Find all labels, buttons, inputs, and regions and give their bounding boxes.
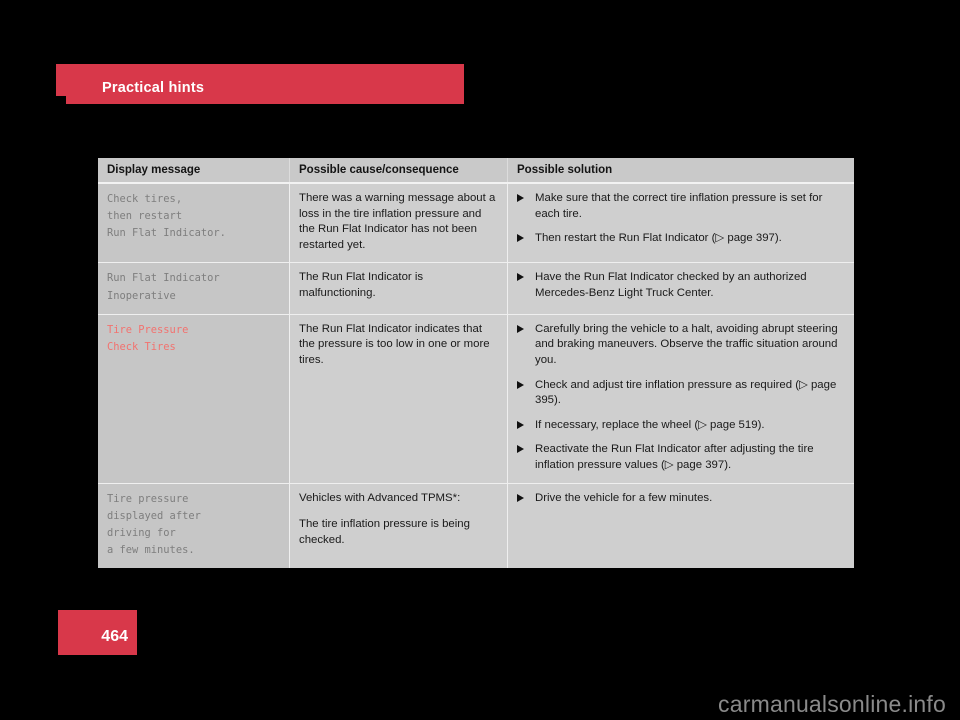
- cell-display-message: Tire Pressure Check Tires: [98, 314, 290, 483]
- page-number: 464: [101, 628, 128, 645]
- table-row: Run Flat Indicator Inoperative The Run Fl…: [98, 263, 854, 315]
- solution-text: Have the Run Flat Indicator checked by a…: [535, 271, 807, 299]
- cell-possible-solution: Have the Run Flat Indicator checked by a…: [508, 263, 854, 314]
- triangle-bullet-icon: [517, 493, 524, 502]
- solution-list-item: Have the Run Flat Indicator checked by a…: [517, 270, 844, 301]
- cell-possible-solution: Carefully bring the vehicle to a halt, a…: [508, 314, 854, 483]
- cell-display-message: Check tires, then restart Run Flat Indic…: [98, 184, 290, 263]
- solution-text: Drive the vehicle for a few minutes.: [535, 491, 713, 504]
- solution-list-item: Drive the vehicle for a few minutes.: [517, 491, 844, 507]
- solution-list-item: Reactivate the Run Flat Indicator after …: [517, 442, 844, 473]
- cell-possible-cause: There was a warning message about a loss…: [290, 184, 508, 263]
- solution-list-item: Make sure that the correct tire inflatio…: [517, 191, 844, 222]
- triangle-bullet-icon: [517, 380, 524, 389]
- header-cell-display-message: Display message: [98, 158, 290, 182]
- cause-paragraph: The Run Flat Indicator is malfunctioning…: [299, 271, 424, 299]
- table-header-row: Display message Possible cause/consequen…: [98, 158, 854, 184]
- cause-paragraph: Vehicles with Advanced TPMS*:: [299, 491, 461, 504]
- header-label: Possible cause/consequence: [299, 164, 459, 176]
- cell-possible-solution: Make sure that the correct tire inflatio…: [508, 184, 854, 263]
- solution-text: Reactivate the Run Flat Indicator after …: [535, 443, 814, 471]
- cell-possible-solution: Drive the vehicle for a few minutes.: [508, 483, 854, 569]
- chapter-banner-notch: [56, 96, 66, 104]
- cell-possible-cause: Vehicles with Advanced TPMS*: The tire in…: [290, 483, 508, 569]
- triangle-bullet-icon: [517, 234, 524, 243]
- solution-list: Carefully bring the vehicle to a halt, a…: [517, 322, 844, 474]
- solution-list-item: Then restart the Run Flat Indicator (▷ p…: [517, 231, 844, 247]
- solution-text: If necessary, replace the wheel (▷ page …: [535, 418, 765, 431]
- cell-display-message: Run Flat Indicator Inoperative: [98, 263, 290, 314]
- header-cell-possible-cause: Possible cause/consequence: [290, 158, 508, 182]
- cell-possible-cause: The Run Flat Indicator is malfunctioning…: [290, 263, 508, 314]
- triangle-bullet-icon: [517, 273, 524, 282]
- cause-paragraph: There was a warning message about a loss…: [299, 192, 496, 251]
- cell-display-message: Tire pressure displayed after driving fo…: [98, 483, 290, 569]
- watermark: carmanualsonline.info: [718, 691, 946, 717]
- triangle-bullet-icon: [517, 324, 524, 333]
- header-cell-possible-solution: Possible solution: [508, 158, 854, 182]
- display-message-text: Run Flat Indicator Inoperative: [107, 272, 220, 302]
- cause-paragraph: The tire inflation pressure is being che…: [299, 518, 470, 546]
- solution-text: Check and adjust tire inflation pressure…: [535, 378, 837, 407]
- solution-text: Carefully bring the vehicle to a halt, a…: [535, 322, 838, 366]
- display-message-text: Tire pressure displayed after driving fo…: [107, 492, 201, 557]
- table-row: Tire pressure displayed after driving fo…: [98, 483, 854, 569]
- header-label: Display message: [107, 164, 201, 176]
- solution-list: Have the Run Flat Indicator checked by a…: [517, 270, 844, 301]
- triangle-bullet-icon: [517, 445, 524, 454]
- solution-list: Make sure that the correct tire inflatio…: [517, 191, 844, 247]
- table-row: Check tires, then restart Run Flat Indic…: [98, 184, 854, 264]
- header-label: Possible solution: [517, 164, 613, 176]
- solution-text: Then restart the Run Flat Indicator (▷ p…: [535, 232, 782, 245]
- solution-text: Make sure that the correct tire inflatio…: [535, 192, 823, 220]
- page-number-badge: 464: [58, 610, 137, 655]
- solution-list-item: Check and adjust tire inflation pressure…: [517, 378, 844, 409]
- chapter-title: Practical hints: [102, 80, 205, 96]
- solution-list-item: If necessary, replace the wheel (▷ page …: [517, 418, 844, 434]
- solution-list-item: Carefully bring the vehicle to a halt, a…: [517, 322, 844, 369]
- cell-possible-cause: The Run Flat Indicator indicates that th…: [290, 314, 508, 483]
- display-message-table: Display message Possible cause/consequen…: [98, 158, 854, 569]
- triangle-bullet-icon: [517, 420, 524, 429]
- cause-paragraph: The Run Flat Indicator indicates that th…: [299, 322, 490, 366]
- triangle-bullet-icon: [517, 194, 524, 202]
- solution-list: Drive the vehicle for a few minutes.: [517, 491, 844, 507]
- table-row: Tire Pressure Check Tires The Run Flat In…: [98, 314, 854, 484]
- manual-page: Practical hints Display message Possible…: [0, 0, 960, 720]
- display-message-text: Check tires, then restart Run Flat Indic…: [107, 193, 226, 240]
- display-message-text: Tire Pressure Check Tires: [107, 323, 189, 353]
